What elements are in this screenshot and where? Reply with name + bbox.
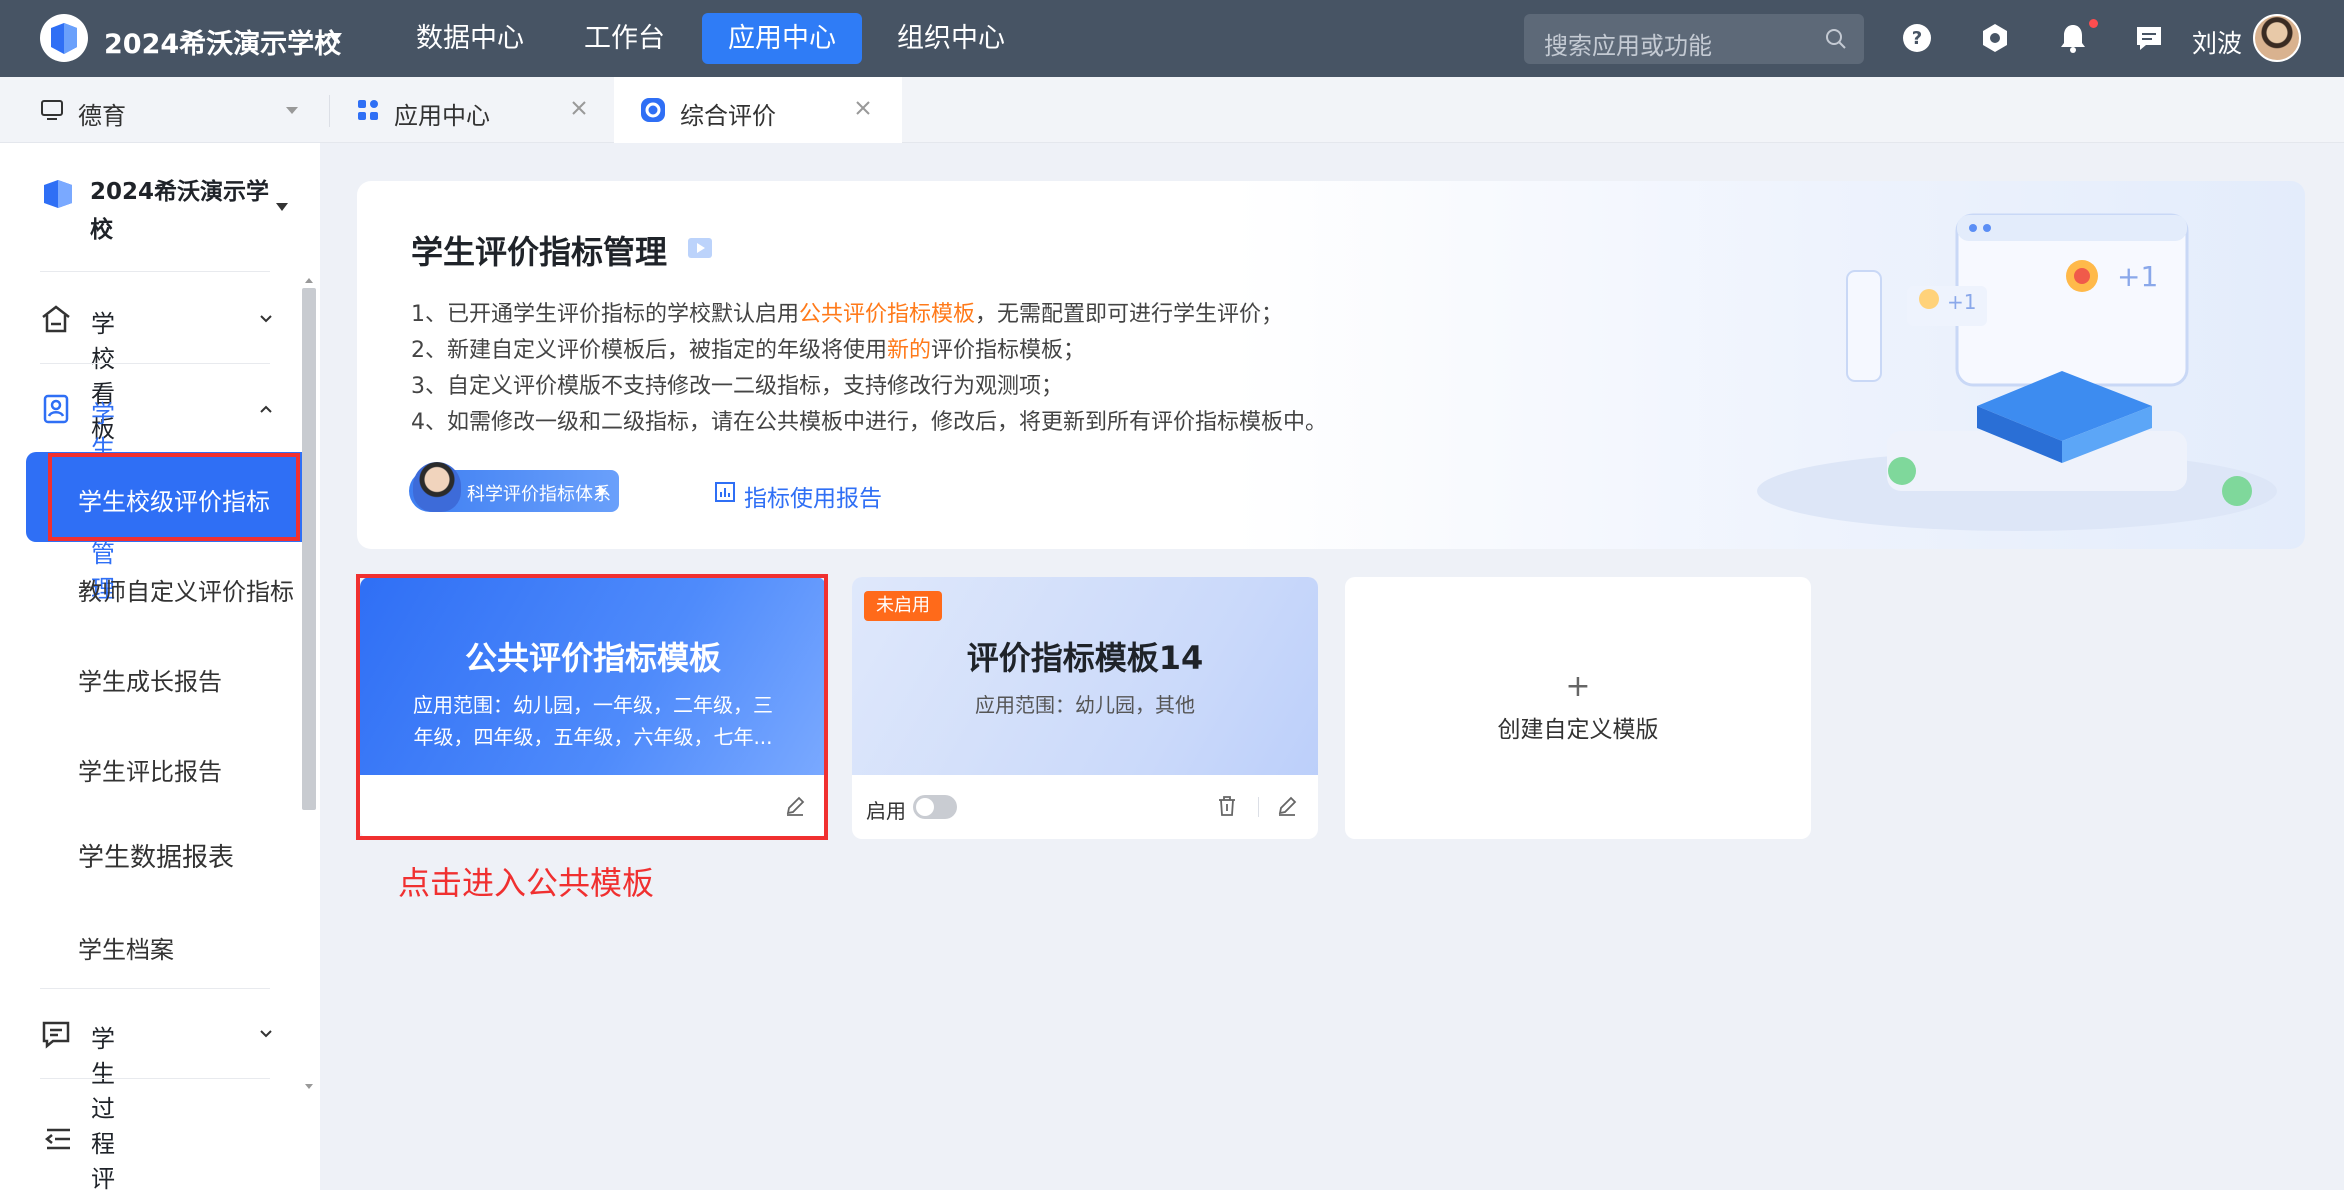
user-name[interactable]: 刘波 [2192, 24, 2242, 60]
app-icon [641, 98, 665, 122]
status-badge: 未启用 [864, 591, 942, 621]
svg-text:+1: +1 [2117, 260, 2158, 293]
grid-icon [358, 100, 378, 120]
comment-icon [42, 1021, 70, 1049]
card-title: 评价指标模板14 [966, 639, 1204, 677]
custom-template-card[interactable]: 评价指标模板14 应用范围：幼儿园，其他 未启用 启用 [852, 577, 1318, 839]
school-logo-icon [44, 180, 72, 208]
instruction-line-1: 1、已开通学生评价指标的学校默认启用公共评价指标模板，无需配置即可进行学生评价； [411, 302, 1284, 327]
tab-label: 应用中心 [394, 102, 490, 130]
chevron-down-icon[interactable] [258, 311, 274, 327]
monitor-icon [41, 100, 63, 120]
banner-illustration: +1 +1 [1757, 213, 2277, 531]
tab-app-center[interactable]: 应用中心 [330, 77, 614, 143]
toggle-knob [916, 798, 934, 816]
divider [40, 988, 270, 989]
search-box[interactable]: 搜索应用或功能 [1524, 14, 1864, 64]
annotation-highlight-box [356, 574, 828, 840]
sidebar-item-growth-report[interactable]: 学生成长报告 [78, 662, 222, 697]
delete-icon[interactable] [1216, 795, 1238, 817]
instruction-line-4: 4、如需修改一级和二级指标，请在公共模板中进行，修改后，将更新到所有评价指标模板… [411, 410, 1328, 435]
page-title: 学生评价指标管理 [411, 233, 668, 271]
index-usage-report-link[interactable]: 指标使用报告 [744, 479, 882, 513]
sidebar-item-student-archive[interactable]: 学生档案 [78, 930, 174, 965]
svg-text:?: ? [1912, 28, 1922, 49]
chevron-up-icon[interactable] [258, 401, 274, 417]
close-icon[interactable] [854, 99, 872, 117]
tab-bar: 德育 应用中心 综合评价 [0, 77, 2344, 143]
annotation-text: 点击进入公共模板 [398, 864, 655, 902]
top-navigation-bar: 2024希沃演示学校 数据中心 工作台 应用中心 组织中心 搜索应用或功能 ? … [0, 0, 2344, 77]
school-logo-icon[interactable] [40, 14, 88, 62]
sidebar-item-comparison-report[interactable]: 学生评比报告 [78, 752, 222, 787]
help-icon[interactable]: ? [1900, 21, 1934, 55]
plus-icon: + [1565, 669, 1591, 704]
instruction-line-2: 2、新建自定义评价模板后，被指定的年级将使用新的评价指标模板； [411, 338, 1086, 363]
divider [40, 1078, 270, 1079]
avatar[interactable] [2253, 14, 2301, 62]
sidebar-item-data-report[interactable]: 学生数据报表 [78, 837, 234, 874]
caret-down-icon[interactable] [286, 107, 298, 114]
chart-icon [715, 482, 735, 502]
scroll-down-arrow[interactable] [305, 1084, 313, 1089]
caret-down-icon[interactable] [276, 203, 288, 211]
button-label: 科学评价指标体系 [467, 484, 611, 505]
home-icon [42, 305, 70, 333]
svg-text:+1: +1 [1947, 290, 1976, 314]
close-icon[interactable] [570, 99, 588, 117]
school-switcher[interactable]: 2024希沃演示学校 [104, 22, 341, 61]
enable-label: 启用 [866, 799, 906, 823]
sidebar-item-teacher-custom-index[interactable]: 教师自定义评价指标 [78, 572, 294, 607]
caret-right-icon [599, 485, 606, 497]
student-icon [43, 394, 69, 424]
sidebar-group-label: 学生过程评价 [91, 1025, 115, 1190]
tab-comprehensive-evaluation[interactable]: 综合评价 [614, 77, 902, 143]
search-icon[interactable] [1824, 27, 1848, 51]
info-banner: 学生评价指标管理 1、已开通学生评价指标的学校默认启用公共评价指标模板，无需配置… [357, 181, 2305, 549]
scientific-index-system-button[interactable]: 科学评价指标体系 [409, 462, 619, 512]
nav-app-center[interactable]: 应用中心 [702, 13, 862, 64]
sidebar: 2024希沃演示学校 学校看板 学生成长管理 学生校级评价指标 教师自定义评价指… [0, 143, 320, 1190]
search-input[interactable]: 搜索应用或功能 [1544, 26, 1712, 61]
tab-label: 综合评价 [680, 102, 776, 130]
divider [1258, 797, 1259, 817]
nav-org-center[interactable]: 组织中心 [871, 13, 1031, 64]
tab-moral-education[interactable]: 德育 [0, 77, 329, 143]
sidebar-item-school-evaluation-index[interactable]: 学生校级评价指标 [78, 482, 270, 517]
bell-icon[interactable] [2056, 21, 2090, 55]
caret-down-icon[interactable] [328, 33, 342, 42]
create-custom-template-card[interactable]: + 创建自定义模版 [1345, 577, 1811, 839]
tab-label: 德育 [78, 102, 126, 130]
message-icon[interactable] [2132, 21, 2166, 55]
nav-data-center[interactable]: 数据中心 [390, 13, 550, 64]
chevron-down-icon[interactable] [258, 1026, 274, 1042]
divider [40, 271, 270, 272]
video-icon[interactable] [687, 236, 713, 260]
notification-dot [2089, 19, 2098, 28]
create-template-label: 创建自定义模版 [1497, 717, 1659, 743]
nav-workbench[interactable]: 工作台 [558, 13, 691, 64]
divider [40, 363, 270, 364]
collapse-sidebar-icon[interactable] [43, 1124, 73, 1154]
settings-icon[interactable] [1978, 21, 2012, 55]
avatar [413, 462, 461, 512]
sidebar-school-name[interactable]: 2024希沃演示学校 [90, 173, 280, 249]
card-scope: 应用范围：幼儿园，其他 [975, 693, 1195, 717]
scroll-up-arrow[interactable] [305, 278, 313, 283]
sidebar-scrollbar[interactable] [302, 288, 316, 810]
instruction-line-3: 3、自定义评价模版不支持修改一二级指标，支持修改行为观测项； [411, 374, 1063, 399]
edit-icon[interactable] [1276, 795, 1298, 817]
